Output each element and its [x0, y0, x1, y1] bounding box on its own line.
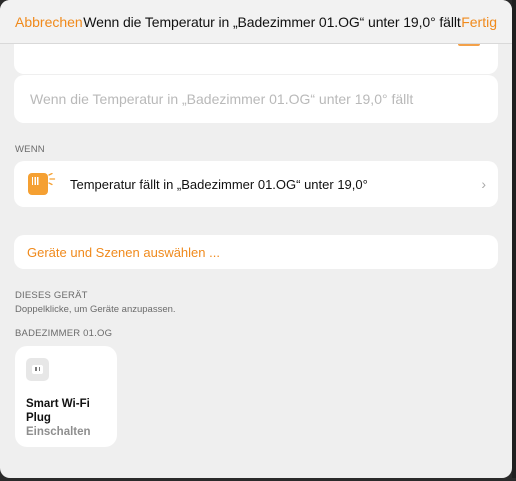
- select-devices-label: Geräte und Szenen auswählen ...: [27, 244, 220, 260]
- select-devices-button[interactable]: Geräte und Szenen auswählen ...: [14, 235, 498, 269]
- automation-name-card[interactable]: [14, 75, 498, 123]
- header-bar: Abbrechen Wenn die Temperatur in „Badezi…: [0, 0, 512, 44]
- this-device-hint: Doppelklicke, um Geräte anzupassen.: [15, 304, 176, 315]
- thermometer-sensor-icon: [26, 170, 58, 198]
- device-tile-smart-plug[interactable]: Smart Wi-Fi Plug Einschalten: [15, 346, 117, 447]
- device-name: Smart Wi-Fi Plug: [26, 398, 90, 424]
- page-title: Wenn die Temperatur in „Badezimmer 01.OG…: [83, 13, 461, 30]
- outlet-plug-icon: [26, 358, 49, 381]
- peek-accent: [458, 44, 480, 46]
- this-device-section-label: DIESES GERÄT: [15, 290, 88, 301]
- window-edge: [512, 0, 516, 478]
- trigger-row[interactable]: Temperatur fällt in „Badezimmer 01.OG“ u…: [14, 161, 498, 207]
- room-section-label: BADEZIMMER 01.OG: [15, 328, 113, 339]
- trigger-description: Temperatur fällt in „Badezimmer 01.OG“ u…: [70, 176, 368, 192]
- cancel-button[interactable]: Abbrechen: [15, 14, 83, 30]
- done-button[interactable]: Fertig: [461, 14, 497, 30]
- chevron-right-icon: ›: [481, 176, 486, 192]
- automation-name-input[interactable]: [28, 90, 472, 108]
- previous-card-edge: [14, 44, 498, 74]
- automation-sheet: Abbrechen Wenn die Temperatur in „Badezi…: [0, 0, 512, 478]
- device-action-state: Einschalten: [26, 426, 91, 438]
- when-section-label: WENN: [15, 144, 45, 155]
